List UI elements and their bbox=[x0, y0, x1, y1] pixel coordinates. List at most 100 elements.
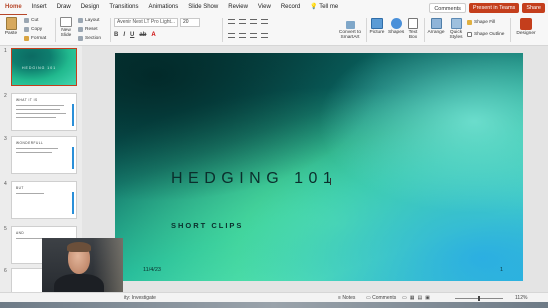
thumbnail-preview[interactable]: HEDGING 101 bbox=[11, 48, 77, 86]
thumbnail-text-line bbox=[16, 117, 56, 118]
new-slide-label: New Slide bbox=[60, 28, 72, 38]
slide-editing-area[interactable]: HEDGING 101 SHORT CLIPS 11/4/23 1 bbox=[82, 46, 548, 292]
font-color-button[interactable]: A bbox=[151, 32, 155, 38]
reset-label: Reset bbox=[85, 27, 98, 32]
view-buttons[interactable]: ▭▦▤▣ bbox=[402, 295, 433, 301]
quick-styles-button[interactable]: Quick Styles bbox=[448, 18, 464, 40]
italic-button[interactable]: I bbox=[123, 32, 125, 38]
tab-record[interactable]: Record bbox=[276, 0, 305, 15]
thumbnail-title: AND bbox=[16, 231, 25, 235]
thumbnail-preview[interactable]: WHAT IT IS bbox=[11, 93, 77, 131]
thumbnail-text-line bbox=[16, 105, 64, 106]
text-box-button[interactable]: Text Box bbox=[407, 18, 419, 40]
tab-view[interactable]: View bbox=[253, 0, 276, 15]
tab-insert[interactable]: Insert bbox=[27, 0, 52, 15]
ribbon-divider bbox=[424, 18, 425, 42]
quick-styles-icon bbox=[450, 18, 462, 29]
shapes-icon bbox=[390, 18, 402, 29]
new-slide-button[interactable]: New Slide bbox=[59, 17, 73, 38]
present-in-teams-button[interactable]: Present in Teams bbox=[468, 2, 520, 13]
decrease-indent-icon[interactable] bbox=[250, 19, 257, 24]
thumbnail-number: 1 bbox=[4, 48, 7, 54]
thumbnail-preview[interactable]: BUT bbox=[11, 181, 77, 219]
ribbon-divider bbox=[55, 18, 56, 42]
paint-bucket-icon bbox=[467, 20, 472, 25]
cut-label: Cut bbox=[31, 18, 39, 23]
pen-icon bbox=[467, 32, 472, 37]
section-icon bbox=[78, 36, 83, 41]
comments-button[interactable]: Comments bbox=[429, 2, 466, 13]
tab-design[interactable]: Design bbox=[76, 0, 105, 15]
tab-home[interactable]: Home bbox=[0, 0, 27, 15]
align-center-icon[interactable] bbox=[239, 33, 246, 38]
lightbulb-icon: 💡 bbox=[310, 4, 318, 10]
picture-button[interactable]: Picture bbox=[369, 18, 385, 35]
align-right-icon[interactable] bbox=[250, 33, 257, 38]
thumbnail-text-line bbox=[16, 148, 58, 149]
webcam-overlay bbox=[42, 238, 123, 300]
shape-outline-button[interactable]: Shape Outline bbox=[467, 32, 504, 37]
align-left-icon[interactable] bbox=[228, 33, 235, 38]
slide-title[interactable]: HEDGING 101 bbox=[171, 170, 337, 188]
tab-slide-show[interactable]: Slide Show bbox=[183, 0, 223, 15]
thumbnail-text-line bbox=[16, 109, 60, 110]
accessibility-status[interactable]: ity: Investigate bbox=[124, 295, 156, 301]
bold-button[interactable]: B bbox=[114, 32, 118, 38]
font-size-dropdown[interactable]: 20 bbox=[180, 18, 200, 27]
reset-icon bbox=[78, 27, 83, 32]
arrange-label: Arrange bbox=[427, 30, 445, 35]
tab-animations[interactable]: Animations bbox=[144, 0, 184, 15]
thumbnail-text-line bbox=[16, 152, 52, 153]
increase-indent-icon[interactable] bbox=[261, 19, 268, 24]
thumbnail-number: 6 bbox=[4, 268, 7, 274]
zoom-slider-handle[interactable] bbox=[478, 295, 480, 301]
thumbnail-number: 5 bbox=[4, 226, 7, 232]
slide-date[interactable]: 11/4/23 bbox=[143, 267, 161, 273]
thumbnail-accent-bar bbox=[72, 104, 74, 126]
justify-icon[interactable] bbox=[261, 33, 268, 38]
designer-button[interactable]: Designer bbox=[515, 18, 537, 36]
arrange-button[interactable]: Arrange bbox=[427, 18, 445, 35]
tab-transitions[interactable]: Transitions bbox=[104, 0, 143, 15]
notes-button[interactable]: ≡ Notes bbox=[338, 295, 355, 301]
shapes-button[interactable]: Shapes bbox=[388, 18, 404, 35]
share-button[interactable]: Share bbox=[522, 2, 545, 13]
thumbnail-accent-bar bbox=[72, 192, 74, 214]
current-slide[interactable]: HEDGING 101 SHORT CLIPS 11/4/23 1 bbox=[115, 53, 523, 281]
text-box-icon bbox=[408, 18, 418, 29]
text-cursor bbox=[330, 178, 331, 185]
section-button[interactable]: Section bbox=[78, 36, 101, 41]
paste-button[interactable]: Paste bbox=[4, 17, 18, 36]
tab-draw[interactable]: Draw bbox=[52, 0, 76, 15]
thumbnail-text-line bbox=[16, 193, 44, 194]
shape-fill-button[interactable]: Shape Fill bbox=[467, 20, 495, 25]
zoom-level[interactable]: 112% bbox=[515, 295, 527, 301]
font-name-dropdown[interactable]: Avenir Next LT Pro Light... bbox=[114, 18, 178, 27]
status-comments-button[interactable]: ▭ Comments bbox=[366, 295, 396, 301]
status-bar: ity: Investigate ≡ Notes ▭ Comments ▭▦▤▣… bbox=[0, 292, 548, 302]
thumbnail-title: BUT bbox=[16, 186, 24, 190]
thumbnail-preview[interactable]: WONDERFULL bbox=[11, 136, 77, 174]
ribbon-divider bbox=[366, 18, 367, 42]
slide-subtitle[interactable]: SHORT CLIPS bbox=[171, 221, 243, 230]
numbering-icon[interactable] bbox=[239, 19, 246, 24]
tell-me-label: Tell me bbox=[319, 4, 339, 10]
picture-label: Picture bbox=[369, 30, 385, 35]
strikethrough-button[interactable]: ab bbox=[139, 32, 146, 38]
format-painter-button[interactable]: Format bbox=[24, 36, 46, 41]
layout-button[interactable]: Layout bbox=[78, 18, 99, 23]
tab-review[interactable]: Review bbox=[223, 0, 253, 15]
cut-button[interactable]: Cut bbox=[24, 18, 38, 23]
underline-button[interactable]: U bbox=[130, 32, 134, 38]
reset-button[interactable]: Reset bbox=[78, 27, 98, 32]
tell-me-search[interactable]: 💡 Tell me bbox=[305, 0, 343, 15]
ribbon-divider bbox=[222, 18, 223, 42]
thumbnail-accent-bar bbox=[72, 147, 74, 169]
notes-label: Notes bbox=[342, 295, 356, 301]
slide-number[interactable]: 1 bbox=[500, 267, 503, 273]
bullets-icon[interactable] bbox=[228, 19, 235, 24]
copy-button[interactable]: Copy bbox=[24, 27, 42, 32]
convert-to-smartart-button[interactable]: Convert to SmartArt bbox=[336, 21, 364, 40]
thumbnail-title: WHAT IT IS bbox=[16, 98, 38, 102]
thumbnail-title: WONDERFULL bbox=[16, 141, 44, 145]
